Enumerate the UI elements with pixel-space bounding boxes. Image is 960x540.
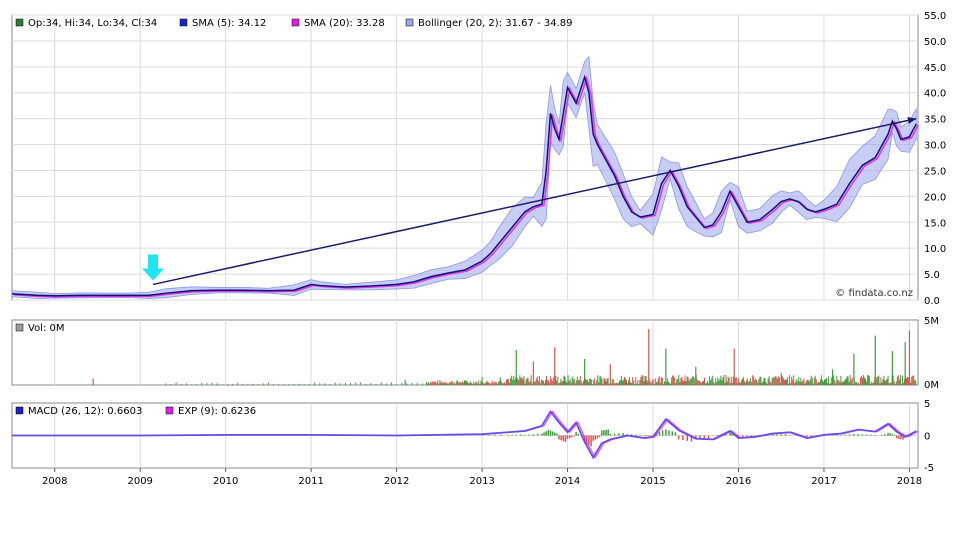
x-tick-label: 2013: [469, 476, 494, 487]
price-y-tick-label: 45.0: [924, 63, 946, 74]
price-y-tick-label: 25.0: [924, 166, 946, 177]
volume-y-tick-label: 0M: [924, 380, 939, 391]
watermark: © findata.co.nz: [835, 288, 913, 299]
volume-y-tick-label: 5M: [924, 316, 939, 327]
x-tick-label: 2015: [640, 476, 665, 487]
volume-panel-frame: [11, 319, 919, 386]
legend-sma20: SMA (20): 33.28: [304, 18, 385, 29]
price-panel: 0.0 5.0 10.0 15.0 20.0 25.0 30.0 35.0 40.0 45.0 50…: [11, 11, 946, 307]
legend-macd: MACD (26, 12): 0.6603: [28, 406, 142, 417]
legend-swatch-ohlc: [15, 18, 24, 27]
legend-volume: Vol: 0M: [28, 323, 65, 334]
x-tick-label: 2014: [555, 476, 580, 487]
legend-swatch-sma5: [179, 18, 188, 27]
price-y-tick-label: 50.0: [924, 37, 946, 48]
legend-swatch-sma20: [291, 18, 300, 27]
x-tick-label: 2012: [384, 476, 409, 487]
price-y-axis: 0.0 5.0 10.0 15.0 20.0 25.0 30.0 35.0 40.0 45.0 50…: [924, 11, 946, 307]
macd-y-tick-label: -5: [924, 463, 934, 474]
price-y-tick-label: 0.0: [924, 296, 940, 307]
legend-ohlc: Op:34, Hi:34, Lo:34, Cl:34: [28, 18, 157, 29]
price-y-tick-label: 15.0: [924, 218, 946, 229]
macd-y-tick-label: 0: [924, 432, 930, 443]
x-tick-label: 2017: [811, 476, 836, 487]
legend-swatch-exp: [165, 406, 174, 415]
legend-exp: EXP (9): 0.6236: [178, 406, 256, 417]
x-tick-label: 2008: [42, 476, 67, 487]
price-y-tick-label: 30.0: [924, 141, 946, 152]
price-y-tick-label: 20.0: [924, 192, 946, 203]
x-axis: 2008 2009 2010 2011 2012 2013 2014 2015 2016 2017…: [42, 468, 922, 487]
price-y-tick-label: 55.0: [924, 11, 946, 22]
legend-swatch-macd: [15, 406, 24, 415]
stock-chart: 0.05.010.015.020.025.030.035.040.045.050…: [11, 11, 946, 487]
legend-swatch-bollinger: [405, 18, 414, 27]
price-panel-frame: [11, 14, 919, 301]
x-tick-label: 2018: [897, 476, 922, 487]
price-y-tick-label: 5.0: [924, 270, 940, 281]
volume-panel: 5M 0M Vol: 0M: [11, 316, 939, 391]
legend-bollinger: Bollinger (20, 2): 31.67 - 34.89: [418, 18, 572, 29]
x-tick-label: 2016: [726, 476, 751, 487]
volume-y-axis: 5M 0M: [924, 316, 939, 391]
legend-sma5: SMA (5): 34.12: [192, 18, 266, 29]
x-tick-label: 2010: [213, 476, 238, 487]
macd-panel: 5 0 -5 MACD (26, 12): 0.6603 EXP (9): 0.62…: [11, 399, 934, 474]
price-y-tick-label: 10.0: [924, 244, 946, 255]
x-tick-label: 2011: [298, 476, 323, 487]
price-y-tick-label: 40.0: [924, 89, 946, 100]
price-y-tick-label: 35.0: [924, 115, 946, 126]
x-tick-label: 2009: [127, 476, 152, 487]
legend-swatch-volume: [15, 323, 24, 332]
macd-y-tick-label: 5: [924, 399, 930, 410]
macd-y-axis: 5 0 -5: [924, 399, 934, 474]
